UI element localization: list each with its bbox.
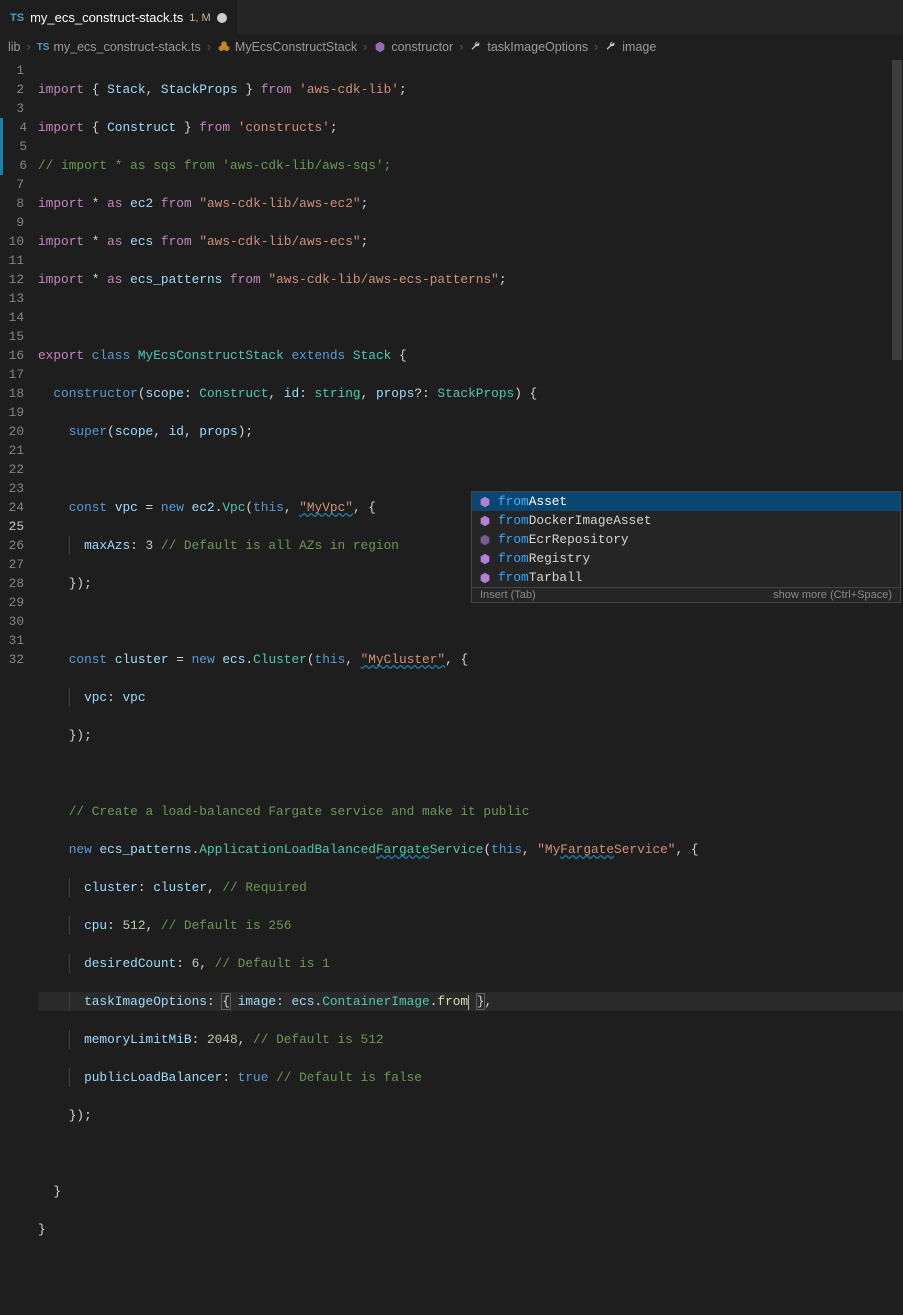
suggest-item[interactable]: fromTarball [472, 568, 900, 587]
method-icon [478, 514, 492, 528]
editor-tab[interactable]: TS my_ecs_construct-stack.ts 1, M [0, 0, 237, 34]
scrollbar-thumb[interactable] [892, 60, 902, 360]
intellisense-popup[interactable]: fromAsset fromDockerImageAsset fromEcrRe… [471, 491, 901, 603]
tab-dirty-indicator-icon [217, 13, 227, 23]
method-icon [478, 552, 492, 566]
chevron-right-icon: › [27, 40, 31, 54]
text-cursor [468, 995, 469, 1010]
tab-bar: TS my_ecs_construct-stack.ts 1, M [0, 0, 903, 34]
wrench-icon [604, 40, 618, 54]
method-icon [478, 571, 492, 585]
chevron-right-icon: › [363, 40, 367, 54]
line-number-gutter: 1 2 3 4 5 6 7 8 9 10 11 12 13 14 15 16 1… [0, 60, 38, 663]
suggest-hint-left: Insert (Tab) [480, 589, 536, 601]
breadcrumb-item[interactable]: constructor [391, 40, 453, 54]
breadcrumb-item[interactable]: lib [8, 40, 21, 54]
typescript-icon: TS [10, 12, 24, 24]
breadcrumb[interactable]: lib › TS my_ecs_construct-stack.ts › MyE… [0, 34, 903, 60]
breadcrumb-item[interactable]: taskImageOptions [487, 40, 588, 54]
chevron-right-icon: › [594, 40, 598, 54]
method-icon [373, 40, 387, 54]
suggest-status-bar: Insert (Tab) show more (Ctrl+Space) [472, 587, 900, 602]
suggest-item[interactable]: fromEcrRepository [472, 530, 900, 549]
typescript-icon: TS [37, 42, 50, 53]
tab-filename: my_ecs_construct-stack.ts [30, 10, 183, 25]
breadcrumb-item[interactable]: MyEcsConstructStack [235, 40, 357, 54]
property-icon [478, 533, 492, 547]
suggest-item[interactable]: fromAsset [472, 492, 900, 511]
wrench-icon [469, 40, 483, 54]
breadcrumb-item[interactable]: image [622, 40, 656, 54]
suggest-item[interactable]: fromRegistry [472, 549, 900, 568]
chevron-right-icon: › [207, 40, 211, 54]
class-icon [217, 40, 231, 54]
tab-scm-status: 1, M [189, 12, 210, 24]
suggest-item[interactable]: fromDockerImageAsset [472, 511, 900, 530]
chevron-right-icon: › [459, 40, 463, 54]
suggest-hint-right[interactable]: show more (Ctrl+Space) [773, 589, 892, 601]
breadcrumb-item[interactable]: my_ecs_construct-stack.ts [53, 40, 200, 54]
method-icon [478, 495, 492, 509]
